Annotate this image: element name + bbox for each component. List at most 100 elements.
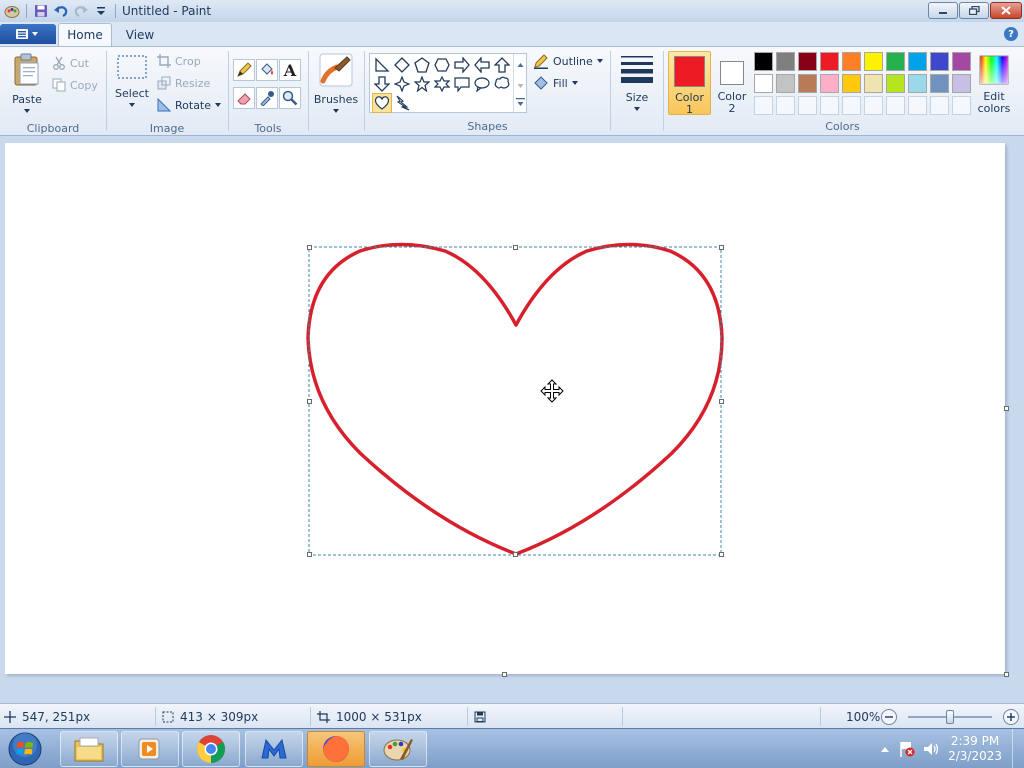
eraser-tool[interactable]: [233, 87, 255, 109]
shape-right-arrow[interactable]: [452, 55, 472, 75]
custom-color-slot[interactable]: [908, 96, 927, 115]
palette-color-swatch[interactable]: [754, 74, 773, 93]
select-button[interactable]: Select: [113, 53, 151, 107]
maximize-button[interactable]: [959, 2, 989, 19]
palette-color-swatch[interactable]: [864, 74, 883, 93]
size-button[interactable]: Size: [616, 53, 658, 111]
edit-colors-button[interactable]: Edit colors: [972, 51, 1016, 115]
save-icon[interactable]: [31, 1, 51, 21]
fill-tool[interactable]: [256, 59, 278, 81]
shape-cloud-callout[interactable]: [492, 74, 512, 94]
palette-color-swatch[interactable]: [754, 52, 773, 71]
fill-button[interactable]: Fill: [533, 73, 578, 93]
text-tool[interactable]: A: [279, 59, 301, 81]
shape-oval-callout[interactable]: [472, 74, 492, 94]
taskbar-media-player[interactable]: [121, 731, 179, 767]
palette-color-swatch[interactable]: [908, 74, 927, 93]
palette-color-swatch[interactable]: [842, 52, 861, 71]
zoom-out-button[interactable]: [881, 709, 897, 725]
resize-button[interactable]: Resize: [157, 73, 210, 93]
shape-rect-callout[interactable]: [452, 74, 472, 94]
canvas-workspace[interactable]: [0, 137, 1024, 703]
taskbar-explorer[interactable]: [60, 731, 118, 767]
start-button[interactable]: [5, 731, 45, 767]
show-hidden-icons-icon[interactable]: [880, 745, 890, 753]
selection-handle-right[interactable]: [719, 399, 724, 404]
shape-hexagon[interactable]: [432, 55, 452, 75]
shape-lightning[interactable]: [392, 93, 412, 113]
help-icon[interactable]: ?: [1004, 27, 1018, 41]
taskbar-malwarebytes[interactable]: [245, 731, 303, 767]
shape-diamond[interactable]: [392, 55, 412, 75]
undo-icon[interactable]: [51, 1, 71, 21]
custom-color-slot[interactable]: [864, 96, 883, 115]
rotate-button[interactable]: Rotate: [157, 95, 222, 115]
paste-button[interactable]: Paste: [8, 53, 46, 113]
custom-color-slot[interactable]: [842, 96, 861, 115]
minimize-button[interactable]: [928, 2, 958, 19]
show-desktop-button[interactable]: [1012, 729, 1024, 768]
palette-color-swatch[interactable]: [820, 74, 839, 93]
shapes-scroll[interactable]: [513, 54, 526, 112]
palette-color-swatch[interactable]: [930, 74, 949, 93]
shape-pentagon[interactable]: [412, 55, 432, 75]
custom-color-slot[interactable]: [754, 96, 773, 115]
shape-down-arrow[interactable]: [372, 74, 392, 94]
paint-app-icon[interactable]: [2, 1, 22, 21]
palette-color-swatch[interactable]: [952, 52, 971, 71]
palette-color-swatch[interactable]: [930, 52, 949, 71]
close-button[interactable]: [990, 2, 1022, 19]
drawing-canvas[interactable]: [5, 143, 1005, 674]
magnifier-tool[interactable]: [279, 87, 301, 109]
canvas-resize-handle-corner[interactable]: [1004, 672, 1009, 677]
custom-color-slot[interactable]: [820, 96, 839, 115]
selection-handle-top[interactable]: [513, 245, 518, 250]
palette-color-swatch[interactable]: [886, 52, 905, 71]
canvas-resize-handle-bottom[interactable]: [502, 672, 507, 677]
palette-color-swatch[interactable]: [908, 52, 927, 71]
selection-handle-bottom[interactable]: [513, 552, 518, 557]
shape-six-point-star[interactable]: [432, 74, 452, 94]
tab-view[interactable]: View: [116, 23, 164, 46]
custom-color-slot[interactable]: [886, 96, 905, 115]
palette-color-swatch[interactable]: [864, 52, 883, 71]
tab-home[interactable]: Home: [58, 23, 112, 46]
shape-five-point-star[interactable]: [412, 74, 432, 94]
crop-button[interactable]: Crop: [157, 51, 201, 71]
palette-color-swatch[interactable]: [776, 52, 795, 71]
color1-button[interactable]: Color 1: [668, 51, 711, 116]
clock[interactable]: 2:39 PM 2/3/2023: [948, 734, 1002, 764]
color2-button[interactable]: Color 2: [713, 51, 751, 115]
custom-color-slot[interactable]: [798, 96, 817, 115]
custom-color-slot[interactable]: [952, 96, 971, 115]
heart-shape[interactable]: [306, 242, 724, 556]
palette-color-swatch[interactable]: [798, 74, 817, 93]
zoom-slider-thumb[interactable]: [946, 710, 954, 724]
shape-up-arrow[interactable]: [492, 55, 512, 75]
palette-color-swatch[interactable]: [842, 74, 861, 93]
cut-button[interactable]: Cut: [52, 53, 89, 73]
palette-color-swatch[interactable]: [798, 52, 817, 71]
pencil-tool[interactable]: [233, 59, 255, 81]
selection-rectangle[interactable]: [308, 246, 722, 556]
selection-handle-bottom-left[interactable]: [307, 552, 312, 557]
paint-menu-button[interactable]: [0, 24, 56, 44]
selection-handle-bottom-right[interactable]: [719, 552, 724, 557]
selection-handle-top-right[interactable]: [719, 245, 724, 250]
selection-handle-top-left[interactable]: [307, 245, 312, 250]
copy-button[interactable]: Copy: [52, 75, 98, 95]
taskbar-paint[interactable]: [369, 731, 427, 767]
zoom-in-button[interactable]: [1003, 709, 1019, 725]
taskbar-firefox[interactable]: [307, 731, 365, 767]
palette-color-swatch[interactable]: [952, 74, 971, 93]
shape-line[interactable]: [372, 55, 392, 75]
customize-toolbar-icon[interactable]: [91, 1, 111, 21]
volume-icon[interactable]: [922, 740, 940, 758]
shape-four-point-star[interactable]: [392, 74, 412, 94]
taskbar-chrome[interactable]: [182, 731, 240, 767]
redo-icon[interactable]: [71, 1, 91, 21]
custom-color-slot[interactable]: [930, 96, 949, 115]
color-picker-tool[interactable]: [256, 87, 278, 109]
action-center-flag-icon[interactable]: [898, 740, 916, 758]
custom-color-slot[interactable]: [776, 96, 795, 115]
